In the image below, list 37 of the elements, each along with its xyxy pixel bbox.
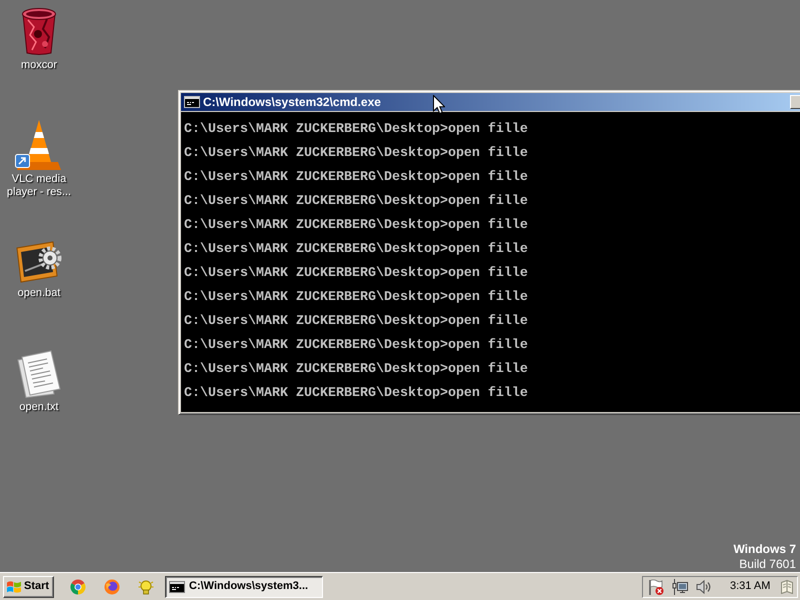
start-button[interactable]: Start: [3, 576, 54, 598]
flag-cross-icon[interactable]: [648, 578, 664, 594]
book-icon[interactable]: [781, 580, 794, 594]
console-line: C:\Users\MARK ZUCKERBERG\Desktop>open fille: [184, 313, 528, 331]
console-line: C:\Users\MARK ZUCKERBERG\Desktop>open fille: [184, 265, 528, 283]
ring-icon[interactable]: [104, 578, 120, 594]
network-icon[interactable]: [672, 578, 688, 594]
console-line: C:\Users\MARK ZUCKERBERG\Desktop>open fille: [184, 385, 528, 403]
bulb-icon[interactable]: [138, 578, 154, 594]
console-line: C:\Users\MARK ZUCKERBERG\Desktop>open fille: [184, 169, 528, 187]
gear-window-icon[interactable]: [15, 240, 63, 284]
clock-text: 3:31 AM: [730, 579, 770, 594]
console-line: C:\Users\MARK ZUCKERBERG\Desktop>open fille: [184, 337, 528, 355]
console-line: C:\Users\MARK ZUCKERBERG\Desktop>open fille: [184, 121, 528, 139]
build-number-text: Build 7601: [738, 557, 796, 572]
window-title: C:\Windows\system32\cmd.exe: [203, 94, 381, 111]
console-line: C:\Users\MARK ZUCKERBERG\Desktop>open fille: [184, 289, 528, 307]
console-line: C:\Users\MARK ZUCKERBERG\Desktop>open fille: [184, 241, 528, 259]
icon-label[interactable]: open.bat: [1, 287, 77, 300]
os-edition-text: Windows 7: [733, 542, 796, 557]
icon-label[interactable]: open.txt: [1, 401, 77, 414]
console-line: C:\Users\MARK ZUCKERBERG\Desktop>open fille: [184, 145, 528, 163]
console-icon: [169, 580, 185, 592]
icon-label[interactable]: VLC media player - res...: [1, 173, 77, 199]
window-button[interactable]: [790, 95, 800, 109]
document-icon[interactable]: [17, 350, 61, 398]
console-line: C:\Users\MARK ZUCKERBERG\Desktop>open fille: [184, 361, 528, 379]
bin-icon[interactable]: [21, 8, 57, 56]
taskbar-button[interactable]: C:\Windows\system3...: [165, 576, 323, 598]
speaker-icon[interactable]: [696, 578, 712, 594]
flag-icon: [6, 580, 22, 594]
console-icon: [184, 96, 200, 108]
console-line: C:\Users\MARK ZUCKERBERG\Desktop>open fille: [184, 217, 528, 235]
segmented-circle-icon[interactable]: [70, 578, 86, 594]
console-line: C:\Users\MARK ZUCKERBERG\Desktop>open fille: [184, 193, 528, 211]
traffic-cone-icon[interactable]: [15, 120, 63, 170]
icon-label[interactable]: moxcor: [1, 59, 77, 72]
